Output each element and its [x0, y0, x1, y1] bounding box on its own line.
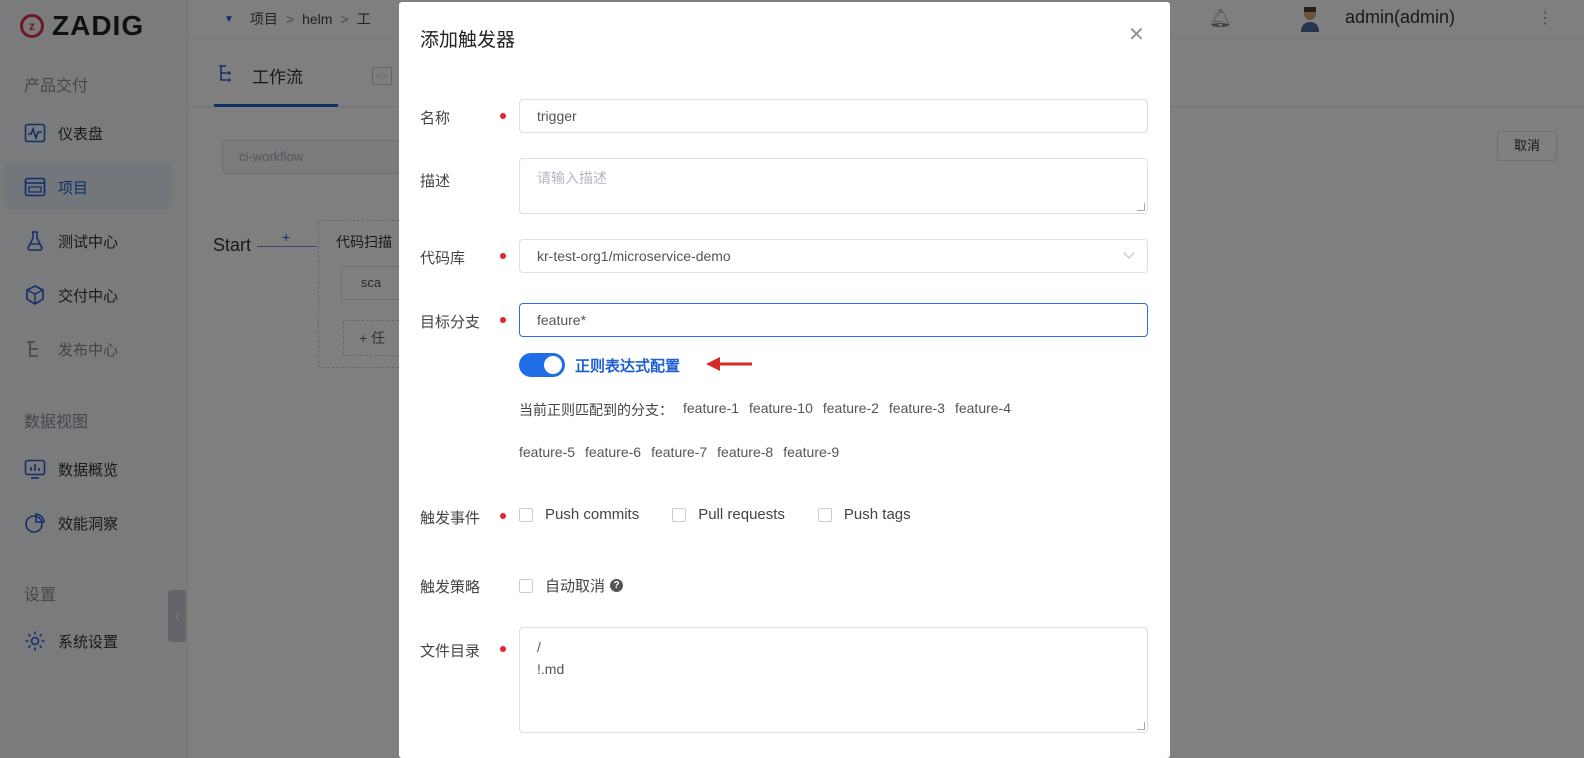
- close-icon[interactable]: ✕: [1128, 22, 1145, 47]
- checkbox-label: Push tags: [843, 506, 911, 523]
- directory-line: /: [537, 639, 541, 655]
- required-dot: [500, 317, 506, 323]
- dialog-title: 添加触发器: [420, 30, 516, 51]
- description-label: 描述: [420, 173, 451, 190]
- checkbox-label: Push commits: [545, 506, 640, 523]
- strategy-label: 触发策略: [420, 579, 481, 596]
- red-arrow-icon: [706, 357, 752, 371]
- description-textarea[interactable]: 请输入描述: [519, 158, 1148, 214]
- chevron-down-icon: [1123, 247, 1135, 259]
- add-trigger-dialog: 添加触发器 ✕ 名称 trigger 描述 请输入描述 代码库 kr-test-…: [399, 2, 1170, 758]
- name-input[interactable]: trigger: [519, 99, 1148, 133]
- branch-tag: feature-7: [651, 444, 708, 460]
- branch-tag: feature-6: [585, 444, 642, 460]
- resize-handle[interactable]: [1137, 722, 1145, 730]
- branch-label: 目标分支: [420, 314, 481, 331]
- branch-tag: feature-8: [717, 444, 774, 460]
- matched-branches-prefix: 当前正则匹配到的分支：: [519, 402, 673, 418]
- directory-label: 文件目录: [420, 643, 481, 660]
- checkbox-box[interactable]: [817, 507, 832, 522]
- regex-toggle[interactable]: [519, 353, 565, 377]
- branch-tag: feature-9: [783, 444, 840, 460]
- strategy-row: 自动取消 ?: [519, 575, 624, 596]
- checkbox-box[interactable]: [519, 507, 533, 522]
- resize-handle[interactable]: [1137, 203, 1145, 211]
- toggle-knob: [544, 356, 562, 374]
- push-commits-checkbox[interactable]: Push commits: [519, 506, 639, 523]
- branch-tag: feature-3: [888, 400, 945, 416]
- pull-requests-checkbox[interactable]: Pull requests: [672, 506, 785, 523]
- checkbox-box[interactable]: [519, 578, 533, 593]
- matched-branches-line-2: feature-5 feature-6 feature-7 feature-8 …: [519, 444, 839, 460]
- event-label: 触发事件: [420, 510, 481, 527]
- branch-tag: feature-2: [822, 400, 879, 416]
- required-dot: [500, 646, 506, 652]
- required-dot: [500, 513, 506, 519]
- required-dot: [500, 113, 506, 119]
- required-dot: [500, 253, 506, 259]
- branch-tag: feature-1: [683, 400, 740, 416]
- checkbox-box[interactable]: [672, 507, 687, 522]
- help-icon[interactable]: ?: [610, 579, 624, 592]
- repo-label: 代码库: [420, 250, 466, 267]
- checkbox-label: Pull requests: [698, 506, 785, 523]
- branch-tag: feature-5: [519, 444, 576, 460]
- branch-tag: feature-10: [749, 400, 813, 416]
- name-label: 名称: [420, 110, 451, 127]
- push-tags-checkbox[interactable]: Push tags: [817, 506, 911, 523]
- matched-branches-line-1: 当前正则匹配到的分支： feature-1 feature-10 feature…: [519, 400, 1011, 420]
- event-checkbox-group: Push commits Pull requests Push tags: [519, 506, 944, 523]
- branch-tag: feature-4: [954, 400, 1012, 416]
- repo-selected-value: kr-test-org1/microservice-demo: [537, 248, 731, 264]
- description-placeholder: 请输入描述: [537, 170, 607, 186]
- regex-toggle-label[interactable]: 正则表达式配置: [575, 355, 680, 376]
- auto-cancel-checkbox[interactable]: 自动取消: [519, 575, 605, 596]
- repo-select[interactable]: kr-test-org1/microservice-demo: [519, 239, 1148, 273]
- directory-textarea[interactable]: / !.md: [519, 627, 1148, 733]
- directory-line: !.md: [537, 661, 565, 677]
- branch-input[interactable]: feature*: [519, 303, 1148, 337]
- checkbox-label: 自动取消: [545, 578, 606, 595]
